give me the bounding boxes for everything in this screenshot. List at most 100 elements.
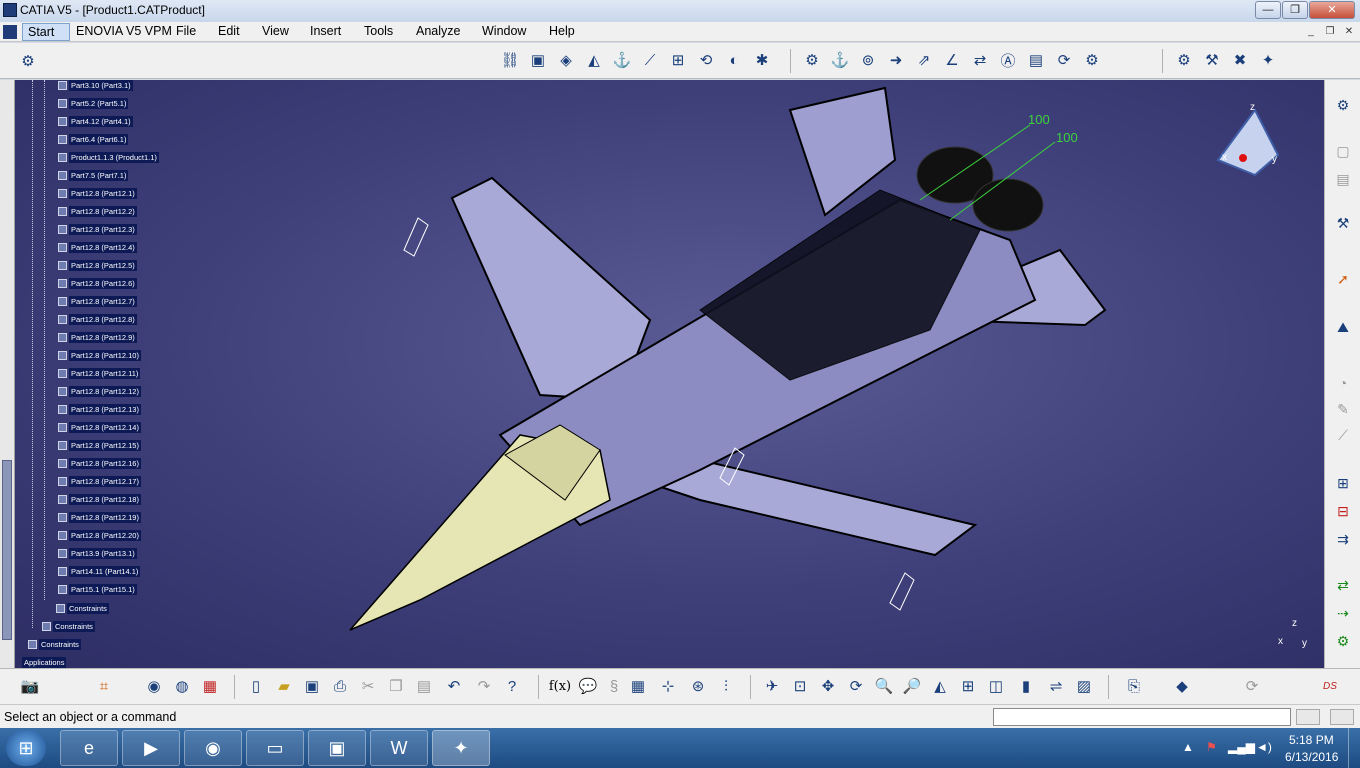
paste-icon[interactable]: ▤ [1331,168,1355,190]
dimension-label-2[interactable]: 100 [1056,130,1078,145]
sphere-icon[interactable]: ◉ [142,674,166,698]
product-structure-icon[interactable]: ⊟ [1331,500,1355,522]
zoom-out-icon[interactable]: 🔎 [900,674,924,698]
catia-task-icon[interactable]: ✦ [432,730,490,766]
move-icon[interactable]: ✥ [816,674,840,698]
hide-show-icon[interactable]: ▮ [1014,674,1038,698]
replace-icon[interactable]: ⇢ [1331,602,1355,624]
layer-icon[interactable]: ◆ [1170,674,1194,698]
iso-view-icon[interactable]: ◫ [984,674,1008,698]
word-icon[interactable]: W [370,730,428,766]
measure-icon[interactable]: ◔ [1331,372,1355,394]
menu-file[interactable]: File [176,24,196,38]
menu-start[interactable]: Start [22,23,70,41]
fit-all-icon[interactable]: ⊡ [788,674,812,698]
tree-constraints-2[interactable]: Constraints [42,617,95,635]
tree-item[interactable]: Part12.8 (Part12.6) [58,274,137,292]
layer-icon[interactable]: ⎘ [1122,674,1146,698]
chrome-icon[interactable]: ◉ [184,730,242,766]
normal-view-icon[interactable]: ◭ [928,674,952,698]
tree-item[interactable]: Part12.8 (Part12.10) [58,346,141,364]
existing-component-icon[interactable]: ◭ [582,48,606,72]
menu-tools[interactable]: Tools [364,24,393,38]
clock-date[interactable]: 6/13/2016 [1285,750,1338,764]
coincidence-icon[interactable]: ⊚ [856,48,880,72]
catia-app-icon[interactable] [3,3,17,17]
command-button-1[interactable] [1296,709,1320,725]
reorder-icon[interactable]: ⟲ [694,48,718,72]
tree-item[interactable]: Part12.8 (Part12.7) [58,292,137,310]
tree-item[interactable]: Part13.9 (Part13.1) [58,544,137,562]
menu-analyze[interactable]: Analyze [416,24,460,38]
menu-enovia[interactable]: ENOVIA V5 VPM [76,24,172,38]
tree-constraints-1[interactable]: Constraints [56,599,109,617]
save-icon[interactable]: ▣ [300,674,324,698]
menu-edit[interactable]: Edit [218,24,240,38]
dimension-label-1[interactable]: 100 [1028,112,1050,127]
menu-insert[interactable]: Insert [310,24,341,38]
internet-explorer-icon[interactable]: e [60,730,118,766]
minimize-button[interactable]: — [1255,1,1281,19]
bom-icon[interactable]: ⇉ [1331,528,1355,550]
tree-item[interactable]: Part12.8 (Part12.11) [58,364,141,382]
compass-icon[interactable]: ⌗ [92,674,116,698]
distance-icon[interactable]: ⚙ [800,48,824,72]
menu-window[interactable]: Window [482,24,526,38]
print-icon[interactable]: ⎙ [328,674,352,698]
camera-icon[interactable]: 📷 [18,674,42,698]
tree-item[interactable]: Part12.8 (Part12.2) [58,202,137,220]
axis-icon[interactable]: ⟋ [1331,424,1355,446]
tray-flag-icon[interactable]: ⚑ [1206,740,1217,754]
3d-viewport[interactable]: 100 100 x y z x y z Constraints Constrai… [0,80,1324,668]
product-tree-icon[interactable]: ⚙ [16,49,40,73]
redo-icon[interactable]: ↷ [472,674,496,698]
tree-item[interactable]: Product1.1.3 (Product1.1) [58,148,159,166]
doc-minimize-button[interactable]: _ [1303,25,1319,39]
arrow-icon[interactable]: ➚ [1331,268,1355,290]
capture-icon[interactable]: ▨ [1072,674,1096,698]
tree-item[interactable]: Part12.8 (Part12.18) [58,490,141,508]
command-button-2[interactable] [1330,709,1354,725]
menu-help[interactable]: Help [549,24,575,38]
render-icon[interactable]: ◍ [170,674,194,698]
tree-item[interactable]: Part15.1 (Part15.1) [58,580,137,598]
tree-item[interactable]: Part12.8 (Part12.12) [58,382,141,400]
tree-item[interactable]: Part12.8 (Part12.17) [58,472,141,490]
scene-icon[interactable]: ✦ [1256,48,1280,72]
component-icon[interactable]: ⊞ [1331,472,1355,494]
update-icon[interactable]: ⟳ [1052,48,1076,72]
help-icon[interactable]: ? [500,674,524,698]
clock-time[interactable]: 5:18 PM [1289,733,1334,747]
contact-icon[interactable]: ➜ [884,48,908,72]
tree-applications[interactable]: Applications [22,653,67,668]
scene-icon[interactable]: ⊹ [656,674,680,698]
catalog-icon[interactable]: ⚙ [1331,630,1355,652]
tree-item[interactable]: Part12.8 (Part12.20) [58,526,141,544]
tree-item[interactable]: Part12.8 (Part12.15) [58,436,141,454]
formula-icon[interactable]: f(x) [548,674,572,698]
pan-icon[interactable]: ✈ [760,674,784,698]
generate-numbering-icon[interactable]: ⚒ [1200,48,1224,72]
reuse-pattern-icon[interactable]: ▤ [1024,48,1048,72]
zoom-in-icon[interactable]: 🔍 [872,674,896,698]
swap-icon[interactable]: ⇌ [1044,674,1068,698]
catalog-icon[interactable]: ⊛ [686,674,710,698]
copy-icon[interactable]: ▢ [1331,140,1355,162]
tree-item[interactable]: Part12.8 (Part12.3) [58,220,137,238]
file-explorer-icon[interactable]: ▭ [246,730,304,766]
tree-item[interactable]: Part12.8 (Part12.9) [58,328,137,346]
sketch-icon[interactable]: ⫶ [714,674,738,698]
change-constraint-icon[interactable]: Ⓐ [996,48,1020,72]
paste-icon[interactable]: ▤ [412,674,436,698]
media-player-icon[interactable]: ▶ [122,730,180,766]
hyperlink-icon[interactable]: § [602,674,626,698]
tree-item[interactable]: Part12.8 (Part12.1) [58,184,137,202]
tree-item[interactable]: Part12.8 (Part12.5) [58,256,137,274]
tray-volume-icon[interactable]: ◄) [1256,740,1272,754]
pointer-icon[interactable]: ✎ [1331,398,1355,420]
flexible-icon[interactable]: ⚙ [1080,48,1104,72]
constraint-icon[interactable]: ⛰ [1331,316,1355,338]
shading-icon[interactable]: ▦ [198,674,222,698]
part-icon[interactable]: ◈ [554,48,578,72]
doc-close-button[interactable]: ✕ [1341,25,1357,39]
